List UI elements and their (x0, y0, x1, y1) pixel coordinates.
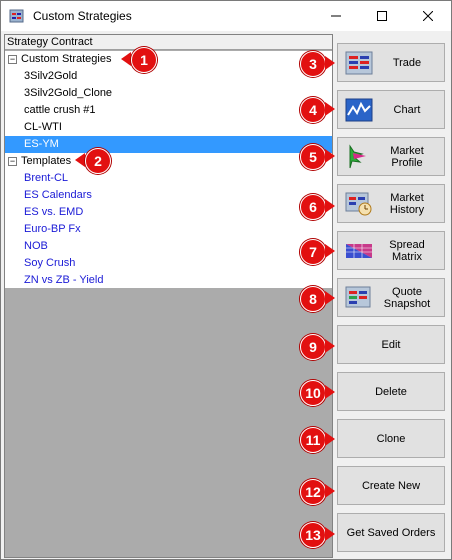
callout-badge-10: 10 (300, 380, 326, 406)
list-item[interactable]: Euro-BP Fx (5, 221, 332, 238)
button-label: Chart (393, 103, 421, 116)
callout-badge-13: 13 (300, 522, 326, 548)
list-item-selected[interactable]: ES-YM (5, 136, 332, 153)
callout-badge-7: 7 (300, 239, 326, 265)
callout-arrow (325, 484, 335, 498)
chart-button[interactable]: Chart (337, 90, 445, 129)
tree-column-header[interactable]: Strategy Contract (5, 35, 332, 50)
group-label: Templates (21, 155, 72, 167)
collapse-icon[interactable]: − (8, 157, 17, 166)
callout-arrow (325, 244, 335, 258)
spread-matrix-button[interactable]: Spread Matrix (337, 231, 445, 270)
button-label: Spread Matrix (389, 238, 425, 263)
callout-arrow (121, 52, 131, 66)
spread-matrix-icon (346, 243, 372, 258)
callout-badge-12: 12 (300, 479, 326, 505)
callout-arrow (325, 56, 335, 70)
market-profile-icon (349, 143, 366, 168)
market-history-icon (345, 192, 372, 215)
callout-badge-4: 4 (300, 97, 326, 123)
callout-arrow (325, 291, 335, 305)
button-label: Edit (381, 338, 401, 351)
button-label: Market Profile (390, 144, 424, 169)
button-label: Delete (375, 385, 407, 398)
close-button[interactable] (405, 1, 451, 31)
callout-badge-3: 3 (300, 51, 326, 77)
group-templates[interactable]: − Templates (5, 153, 332, 170)
callout-arrow (75, 153, 85, 167)
callout-arrow (325, 385, 335, 399)
minimize-button[interactable] (313, 1, 359, 31)
strategy-tree[interactable]: Strategy Contract − Custom Strategies 3S… (4, 34, 333, 558)
callout-arrow (325, 199, 335, 213)
edit-button[interactable]: Edit (337, 325, 445, 364)
callout-arrow (325, 527, 335, 541)
group-custom-strategies[interactable]: − Custom Strategies (5, 51, 332, 68)
callout-arrow (325, 102, 335, 116)
tree-list: − Custom Strategies 3Silv2Gold 3Silv2Gol… (5, 51, 332, 288)
callout-arrow (325, 149, 335, 163)
callout-arrow (325, 339, 335, 353)
trade-icon (345, 51, 373, 74)
chart-icon (345, 98, 373, 121)
list-item[interactable]: ZN vs ZB - Yield (5, 272, 332, 289)
maximize-button[interactable] (359, 1, 405, 31)
callout-arrow (325, 432, 335, 446)
callout-badge-1: 1 (131, 47, 157, 73)
button-label: Create New (361, 479, 421, 492)
callout-badge-2: 2 (85, 148, 111, 174)
title-bar: Custom Strategies (1, 1, 451, 31)
callout-badge-8: 8 (300, 286, 326, 312)
window-title: Custom Strategies (33, 9, 132, 23)
list-item[interactable]: Brent-CL (5, 170, 332, 187)
list-item[interactable]: ES vs. EMD (5, 204, 332, 221)
minimize-icon (331, 15, 341, 17)
callout-badge-9: 9 (300, 334, 326, 360)
quote-snapshot-icon (345, 286, 371, 307)
button-label: Clone (376, 432, 406, 445)
list-item[interactable]: 3Silv2Gold (5, 68, 332, 85)
button-label: Get Saved Orders (346, 526, 436, 539)
app-icon (9, 9, 24, 23)
market-history-button[interactable]: Market History (337, 184, 445, 223)
list-item[interactable]: Soy Crush (5, 255, 332, 272)
list-item[interactable]: CL-WTI (5, 119, 332, 136)
delete-button[interactable]: Delete (337, 372, 445, 411)
list-item[interactable]: ES Calendars (5, 187, 332, 204)
market-profile-button[interactable]: Market Profile (337, 137, 445, 176)
list-item[interactable]: cattle crush #1 (5, 102, 332, 119)
custom-strategies-window: Custom Strategies Strategy Contract − Cu… (0, 0, 452, 560)
trade-button[interactable]: Trade (337, 43, 445, 82)
button-label: Market History (389, 191, 425, 216)
get-saved-orders-button[interactable]: Get Saved Orders (337, 513, 445, 552)
group-label: Custom Strategies (21, 53, 112, 65)
collapse-icon[interactable]: − (8, 55, 17, 64)
callout-badge-5: 5 (300, 144, 326, 170)
button-label: Trade (392, 56, 422, 69)
maximize-icon (377, 11, 387, 21)
button-label: Quote Snapshot (383, 285, 431, 310)
list-item[interactable]: 3Silv2Gold_Clone (5, 85, 332, 102)
callout-badge-6: 6 (300, 194, 326, 220)
clone-button[interactable]: Clone (337, 419, 445, 458)
close-icon (423, 11, 433, 21)
list-item[interactable]: NOB (5, 238, 332, 255)
create-new-button[interactable]: Create New (337, 466, 445, 505)
quote-snapshot-button[interactable]: Quote Snapshot (337, 278, 445, 317)
callout-badge-11: 11 (300, 427, 326, 453)
